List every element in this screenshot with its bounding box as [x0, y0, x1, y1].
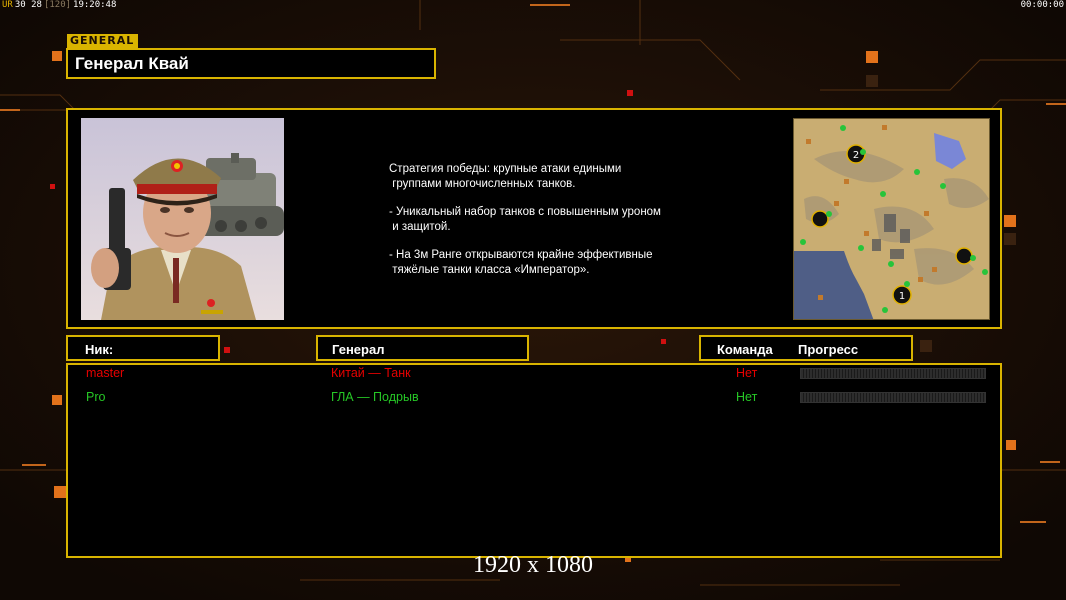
hud-time: 19:20:48	[73, 0, 117, 10]
player-general[interactable]: Китай — Танк	[331, 366, 411, 380]
hud-values: 30 28	[14, 0, 42, 10]
description-strategy: Стратегия победы: крупные атаки едиными …	[389, 163, 622, 190]
player-progress-bar	[800, 392, 986, 403]
player-team[interactable]: Нет	[736, 390, 757, 404]
player-team[interactable]: Нет	[736, 366, 757, 380]
player-nick: Pro	[86, 390, 106, 404]
general-header: Генерал	[316, 335, 529, 361]
map-start-label: 2	[853, 150, 859, 161]
resolution-label: 1920 x 1080	[473, 552, 593, 578]
player-progress-bar	[800, 368, 986, 379]
general-header-label: Генерал	[332, 342, 385, 357]
hud-ur: UR	[2, 0, 13, 10]
progress-header-label: Прогресс	[798, 342, 859, 357]
description-rank: - На 3м Ранге открываются крайне эффекти…	[389, 249, 653, 276]
nick-header: Ник:	[66, 335, 220, 361]
map-preview[interactable]: 2 1	[793, 118, 990, 320]
hud-left-info: UR 30 28 [120] 19:20:48	[2, 0, 116, 10]
player-nick: master	[86, 366, 125, 380]
general-tag: GENERAL	[67, 34, 138, 48]
description-tanks: - Уникальный набор танков с повышенным у…	[389, 206, 661, 233]
player-general[interactable]: ГЛА — Подрыв	[331, 390, 419, 404]
hud-clock: 00:00:00	[1020, 0, 1064, 10]
team-header-label: Команда	[717, 342, 773, 357]
general-description: Стратегия победы: крупные атаки едиными …	[389, 162, 749, 291]
hud-bracket: [120]	[43, 0, 72, 10]
map-start-label: 1	[899, 291, 905, 302]
general-name: Генерал Квай	[75, 54, 189, 73]
general-portrait	[81, 118, 284, 320]
nick-header-label: Ник:	[85, 342, 114, 357]
team-progress-header: Команда Прогресс	[699, 335, 913, 361]
